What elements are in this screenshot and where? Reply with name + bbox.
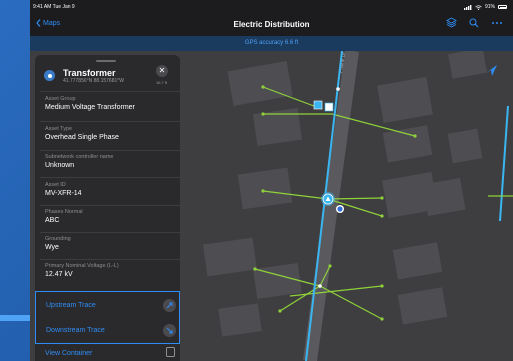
feature-title: Transformer: [63, 68, 116, 78]
status-bar: 9:41 AM Tue Jan 9 91%: [30, 0, 513, 14]
page-title: Electric Distribution: [233, 20, 310, 29]
transformer-symbol-upper[interactable]: [313, 100, 334, 112]
layers-icon[interactable]: [446, 17, 457, 28]
search-icon[interactable]: [469, 18, 479, 28]
attribute-grounding: Grounding Wye: [45, 236, 175, 251]
divider: [40, 259, 180, 260]
status-time: 9:41 AM Tue Jan 9: [33, 4, 75, 10]
signal-icon: [463, 4, 472, 10]
divider: [40, 232, 180, 233]
attribute-label: Asset Type: [45, 126, 73, 132]
stage: 9:41 AM Tue Jan 9 91% Maps Electric Dist…: [0, 0, 513, 361]
navigation-bar: Maps Electric Distribution: [30, 14, 513, 36]
gps-accuracy-banner: GPS accuracy 6.6 ft: [30, 36, 513, 51]
attribute-label: Phases Normal: [45, 209, 83, 215]
attribute-label: Primary Nominal Voltage (L-L): [45, 263, 119, 269]
divider: [40, 177, 180, 178]
right-edge-line: [488, 105, 513, 222]
more-icon[interactable]: [491, 18, 503, 28]
attribute-phases-normal: Phases Normal ABC: [45, 209, 175, 224]
location-arrow-icon[interactable]: [486, 65, 497, 76]
attribute-value: Unknown: [45, 162, 75, 169]
divider: [40, 91, 180, 92]
view-container-label: View Container: [45, 350, 93, 357]
feature-coordinates: 41.777856°N 88.157681°W: [63, 78, 124, 84]
attribute-label: Asset Group: [45, 96, 76, 102]
nav-actions: [446, 17, 503, 28]
attribute-subnetwork-controller: Subnetwork controller name Unknown: [45, 154, 175, 169]
attribute-value: Wye: [45, 244, 59, 251]
battery-percent: 91%: [484, 4, 495, 10]
attribute-value: ABC: [45, 217, 60, 224]
attribute-label: Subnetwork controller name: [45, 154, 114, 160]
attribute-asset-group: Asset Group Medium Voltage Transformer: [45, 96, 175, 111]
street-prairie-dr: [303, 51, 359, 361]
trace-icon: [163, 324, 176, 337]
attribute-label: Grounding: [45, 236, 71, 242]
close-button[interactable]: ✕: [156, 65, 168, 77]
selected-transformer-marker[interactable]: [321, 192, 335, 206]
current-location-marker: [336, 205, 344, 213]
feature-popup-panel: Transformer 41.777856°N 88.157681°W ✕ 16…: [35, 55, 180, 361]
container-icon: [166, 347, 175, 357]
attribute-value: Overhead Single Phase: [45, 134, 119, 141]
attribute-label: Asset ID: [45, 182, 66, 188]
wifi-icon: [475, 4, 482, 10]
status-indicators: 91%: [463, 4, 507, 10]
attribute-asset-type: Asset Type Overhead Single Phase: [45, 126, 175, 141]
upstream-trace-label: Upstream Trace: [46, 302, 96, 309]
divider: [40, 205, 180, 206]
downstream-trace-button[interactable]: Downstream Trace: [46, 321, 176, 341]
view-container-button[interactable]: View Container: [45, 346, 175, 361]
trace-actions-highlight: Upstream Trace Downstream Trace: [35, 291, 180, 344]
battery-icon: [498, 5, 507, 9]
downstream-trace-label: Downstream Trace: [46, 327, 105, 334]
attribute-primary-voltage: Primary Nominal Voltage (L-L) 12.47 kV: [45, 263, 175, 278]
upstream-trace-button[interactable]: Upstream Trace: [46, 296, 176, 316]
attribute-value: MV-XFR-14: [45, 190, 82, 197]
feature-distance: 16.7 ft: [156, 80, 168, 85]
attribute-asset-id: Asset ID MV-XFR-14: [45, 182, 175, 197]
transformer-icon: [44, 70, 55, 81]
divider: [40, 121, 180, 122]
divider: [40, 150, 180, 151]
ipad-screen: 9:41 AM Tue Jan 9 91% Maps Electric Dist…: [30, 0, 513, 361]
trace-icon: [163, 299, 176, 312]
panel-grabber[interactable]: [96, 60, 116, 62]
attribute-value: Medium Voltage Transformer: [45, 104, 135, 111]
attribute-value: 12.47 kV: [45, 271, 73, 278]
